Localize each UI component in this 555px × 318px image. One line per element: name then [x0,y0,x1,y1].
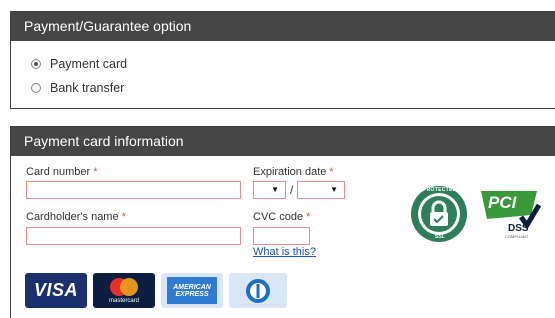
ssl-bottom-text: SSL [435,234,445,240]
dropdown-arrow-icon: ▼ [271,185,279,194]
required-mark: * [306,211,311,223]
cardholder-label: Cardholder's name * [26,211,126,223]
diners-club-logo [229,273,287,308]
radio-button[interactable] [31,83,41,93]
mastercard-circles-icon [110,278,138,296]
expiration-label: Expiration date * [253,166,334,178]
required-mark: * [93,166,98,178]
required-mark: * [121,211,126,223]
pci-dss-badge: PCI DSS COMPLIANT [479,187,541,239]
ssl-top-text: PROTECTED [423,187,457,193]
expiration-month-select[interactable]: ▼ [253,181,286,199]
diners-club-icon [246,278,270,303]
radio-label: Bank transfer [50,81,125,95]
label-text: Cardholder's name [26,211,119,223]
dropdown-arrow-icon: ▼ [330,185,338,194]
expiration-year-select[interactable]: ▼ [297,181,345,199]
panel-title: Payment card information [11,127,555,156]
cvc-label: CVC code * [253,211,310,223]
dss-text: DSS [508,223,529,234]
label-text: Expiration date [253,166,327,178]
radio-label: Payment card [50,57,128,71]
amex-top-text: AMERICAN [173,283,211,291]
pci-text: PCI [488,193,517,212]
cvc-help-link[interactable]: What is this? [253,246,316,258]
radio-button[interactable] [31,59,41,69]
mastercard-text: mastercard [108,298,139,304]
amex-box: AMERICAN EXPRESS [167,277,217,304]
date-separator: / [290,183,294,197]
compliant-text: COMPLIANT [505,234,529,239]
payment-guarantee-panel: Payment/Guarantee option Payment card Ba… [10,11,555,109]
card-number-label: Card number * [26,166,97,178]
card-number-input[interactable] [26,181,241,199]
label-text: CVC code [253,211,304,223]
radio-payment-card[interactable]: Payment card [31,57,127,71]
required-mark: * [329,166,334,178]
label-text: Card number [26,166,91,178]
cardholder-input[interactable] [26,227,241,245]
mastercard-logo: mastercard [93,273,155,308]
amex-bottom-text: EXPRESS [175,290,209,298]
panel-title: Payment/Guarantee option [11,12,555,41]
ssl-protected-badge: PROTECTED SSL [409,184,469,249]
cvc-input[interactable] [253,227,310,245]
visa-text: VISA [33,280,78,300]
visa-logo: VISA [25,273,87,308]
radio-bank-transfer[interactable]: Bank transfer [31,81,124,95]
amex-logo: AMERICAN EXPRESS [161,273,223,308]
payment-card-panel: Payment card information Card number * Ex… [10,126,555,318]
